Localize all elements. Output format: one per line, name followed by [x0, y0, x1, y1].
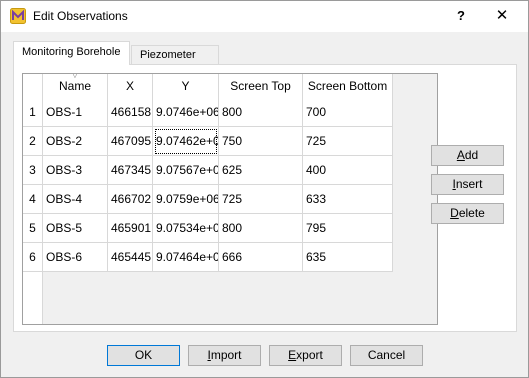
column-header-x[interactable]: X — [108, 74, 153, 98]
app-logo-icon — [10, 8, 26, 24]
ok-button[interactable]: OK — [107, 345, 180, 366]
export-button-key: E — [288, 348, 297, 362]
tab-piezometer[interactable]: Piezometer — [131, 45, 219, 65]
table-cell-name[interactable]: OBS-2 — [43, 127, 108, 156]
window-title: Edit Observations — [33, 9, 128, 23]
column-header-name[interactable]: ▽ Name — [43, 74, 108, 98]
row-number[interactable]: 1 — [23, 98, 43, 127]
table-cell-name[interactable]: OBS-4 — [43, 185, 108, 214]
table-row[interactable]: 1 OBS-1 466158 9.0746e+06 800 700 — [23, 98, 393, 127]
table-row[interactable]: 3OBS-34673459.07567e+06625400 — [23, 156, 393, 185]
table-cell-x[interactable]: 465445 — [108, 243, 153, 272]
insert-button[interactable]: Insert — [431, 174, 504, 195]
table-cell-screen-top[interactable]: 800 — [219, 98, 303, 127]
table-cell-screen-top[interactable]: 725 — [219, 185, 303, 214]
table-cell-screen-bottom[interactable]: 633 — [303, 185, 393, 214]
observations-table: ▽ Name X Y Screen Top Screen Bottom 1 OBS-1 4661… — [22, 73, 438, 325]
table-cell-screen-top[interactable]: 666 — [219, 243, 303, 272]
table-row[interactable]: 4 OBS-4 466702 9.0759e+06 725 633 — [23, 185, 393, 214]
import-button[interactable]: Import — [188, 345, 261, 366]
table-cell-screen-bottom[interactable]: 635 — [303, 243, 393, 272]
column-header-screen-bottom[interactable]: Screen Bottom — [303, 74, 393, 98]
import-button-rest: mport — [210, 348, 242, 362]
row-number[interactable]: 2 — [23, 127, 43, 156]
delete-button-rest: elete — [458, 206, 485, 220]
table-cell-name[interactable]: OBS-3 — [43, 156, 108, 185]
row-header-filler — [23, 272, 43, 324]
table-cell-screen-bottom[interactable]: 700 — [303, 98, 393, 127]
title-bar: Edit Observations ? ✕ — [1, 1, 528, 32]
add-button-key: A — [456, 148, 465, 162]
delete-button-key: D — [450, 206, 459, 220]
table-cell-screen-bottom[interactable]: 400 — [303, 156, 393, 185]
delete-button[interactable]: Delete — [431, 203, 504, 224]
add-button[interactable]: Add — [431, 145, 504, 166]
table-cell-x[interactable]: 465901 — [108, 214, 153, 243]
column-header-y[interactable]: Y — [153, 74, 219, 98]
table-header: ▽ Name X Y Screen Top Screen Bottom — [23, 74, 393, 98]
table-cell-y[interactable]: 9.07462e+06 — [153, 127, 219, 156]
table-cell-y[interactable]: 9.0759e+06 — [153, 185, 219, 214]
help-button[interactable]: ? — [447, 5, 475, 27]
table-cell-y[interactable]: 9.07534e+06 — [153, 214, 219, 243]
table-cell-y[interactable]: 9.07464e+06 — [153, 243, 219, 272]
table-cell-screen-top[interactable]: 800 — [219, 214, 303, 243]
sort-indicator-icon: ▽ — [71, 73, 79, 79]
table-cell-x[interactable]: 466158 — [108, 98, 153, 127]
table-cell-y[interactable]: 9.0746e+06 — [153, 98, 219, 127]
row-number[interactable]: 3 — [23, 156, 43, 185]
table-cell-name[interactable]: OBS-1 — [43, 98, 108, 127]
table-cell-screen-bottom[interactable]: 725 — [303, 127, 393, 156]
tab-panel: ▽ Name X Y Screen Top Screen Bottom 1 OBS-1 4661… — [13, 64, 517, 332]
export-button-rest: xport — [296, 348, 323, 362]
table-row[interactable]: 6OBS-64654459.07464e+06666635 — [23, 243, 393, 272]
table-cell-name[interactable]: OBS-5 — [43, 214, 108, 243]
table-cell-x[interactable]: 466702 — [108, 185, 153, 214]
row-number[interactable]: 4 — [23, 185, 43, 214]
row-number[interactable]: 5 — [23, 214, 43, 243]
table-cell-screen-top[interactable]: 750 — [219, 127, 303, 156]
table-cell-name[interactable]: OBS-6 — [43, 243, 108, 272]
export-button[interactable]: Export — [269, 345, 342, 366]
column-header-screen-top[interactable]: Screen Top — [219, 74, 303, 98]
table-cell-x[interactable]: 467095 — [108, 127, 153, 156]
column-header-label: Name — [58, 79, 91, 93]
edit-observations-dialog: Edit Observations ? ✕ Monitoring Borehol… — [0, 0, 529, 378]
table-cell-screen-top[interactable]: 625 — [219, 156, 303, 185]
table-row[interactable]: 2OBS-24670959.07462e+06750725 — [23, 127, 393, 156]
row-number[interactable]: 6 — [23, 243, 43, 272]
close-button[interactable]: ✕ — [488, 5, 516, 27]
table-cell-y[interactable]: 9.07567e+06 — [153, 156, 219, 185]
table-cell-x[interactable]: 467345 — [108, 156, 153, 185]
cancel-button[interactable]: Cancel — [350, 345, 423, 366]
table-row[interactable]: 5OBS-54659019.07534e+06800795 — [23, 214, 393, 243]
tab-monitoring-borehole[interactable]: Monitoring Borehole — [13, 41, 130, 65]
insert-button-rest: nsert — [455, 177, 483, 191]
table-corner[interactable] — [23, 74, 43, 98]
add-button-rest: dd — [464, 148, 479, 162]
table-cell-screen-bottom[interactable]: 795 — [303, 214, 393, 243]
